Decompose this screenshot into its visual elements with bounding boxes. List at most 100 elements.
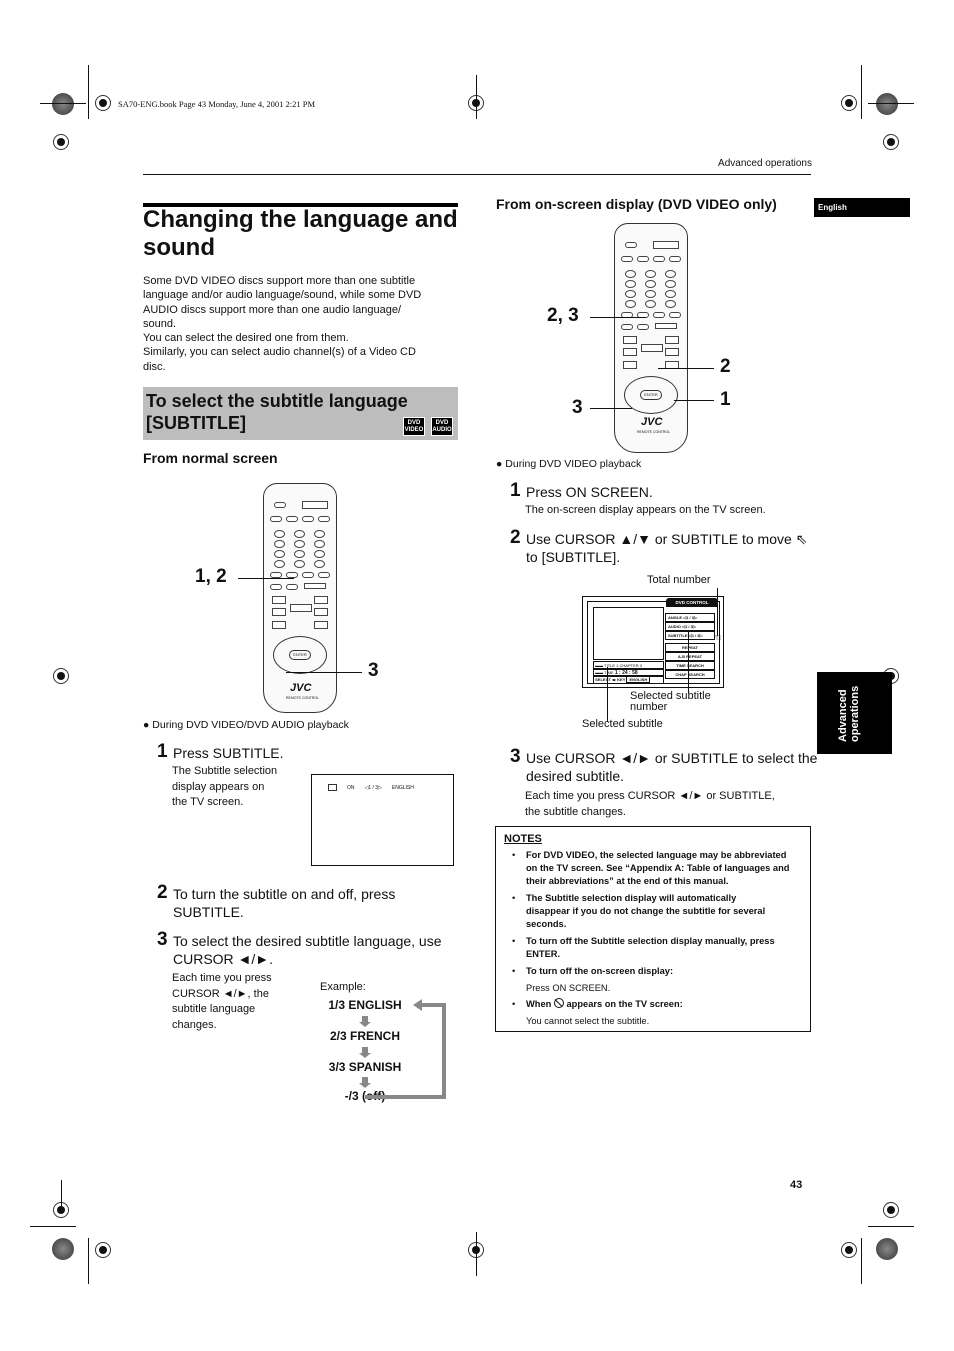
selected-subtitle-number-label: Selected subtitle number [630, 690, 711, 713]
total-number-label: Total number [647, 574, 711, 586]
normal-screen-heading: From normal screen [143, 450, 278, 466]
osd-angle: ANGLE ◁1 / 3▷ [665, 613, 715, 622]
osd-audio: AUDIO ◁1 / 3▷ [665, 622, 715, 631]
intro-paragraph: Some DVD VIDEO discs support more than o… [143, 274, 461, 374]
jvc-logo: JVC [290, 682, 312, 694]
remote-label: REMOTE CONTROL [637, 430, 671, 434]
registration-disc-icon [52, 93, 74, 115]
example-label: Example: [320, 981, 366, 993]
page-title: Changing the language and sound [143, 206, 458, 261]
tv-subtitle-display: ON ◁1 / 3▷ ENGLISH [311, 774, 454, 866]
loop-arrow [442, 1003, 446, 1099]
crosshair-icon [47, 662, 75, 690]
badge-bottom: VIDEO [404, 427, 424, 433]
step-1-detail: The Subtitle selection display appears o… [172, 765, 278, 808]
subtitle-selector: ◁1 / 3▷ [364, 784, 382, 791]
playback-note: ● During DVD VIDEO/DVD AUDIO playback [143, 719, 349, 731]
book-info-line: SA70-ENG.book Page 43 Monday, June 4, 20… [118, 99, 316, 109]
callout-1-2: 1, 2 [195, 566, 227, 587]
selected-subtitle-label: Selected subtitle [582, 718, 663, 730]
registration-disc-icon [876, 93, 898, 115]
subtitle-status: ON [347, 784, 355, 791]
intro-line: You can select the desired one from them… [143, 332, 349, 345]
crosshair-icon [877, 128, 905, 156]
callout-line [658, 368, 714, 369]
step-number: 1 [510, 480, 521, 501]
osd-chap-search: CHAP SEARCH [665, 670, 715, 679]
enter-button-label: ENTER [289, 650, 311, 660]
step-1-detail: The on-screen display appears on the TV … [525, 504, 766, 516]
loop-arrow [365, 1095, 446, 1099]
badge-top: DVD [435, 420, 449, 426]
callout-1: 1 [720, 389, 731, 410]
osd-repeat: REPEAT [665, 643, 715, 652]
loop-arrow-head-icon [413, 999, 422, 1011]
down-arrow-icon [359, 1016, 371, 1027]
dvd-audio-badge-icon: DVD AUDIO [431, 417, 453, 436]
step-text: To turn the subtitle on and off, press S… [173, 886, 396, 920]
callout-line [674, 400, 714, 401]
step-3-detail: Each time you press CURSOR ◄/►, the subt… [172, 972, 272, 1031]
onscreen-heading: From on-screen display (DVD VIDEO only) [496, 196, 777, 212]
remote-control-illustration: ENTER JVC REMOTE CONTROL [614, 223, 688, 453]
step-number: 3 [510, 746, 521, 767]
select-bar: SELECT ◂▸ KEY ENGLISH [593, 675, 664, 684]
step-text: Press SUBTITLE. [173, 745, 284, 761]
intro-line: Some DVD VIDEO discs support more than o… [143, 275, 416, 287]
callout-line [590, 408, 632, 409]
step-number: 3 [157, 929, 168, 950]
on-screen-display-diagram: ▬▬ TITLE 1 CHAPTER 3 ▬▬ TIME 1 : 24 : 58… [582, 596, 724, 688]
step-number: 1 [157, 741, 168, 762]
example-item: 3/3 SPANISH [328, 1060, 402, 1074]
callout-2-3: 2, 3 [547, 305, 579, 326]
subtitle-section-heading: To select the subtitle language [SUBTITL… [143, 387, 458, 440]
intro-line: sound. [143, 317, 177, 330]
side-tab-line1: Advanced [837, 689, 849, 742]
intro-line: Similarly, you can select audio channel(… [143, 346, 416, 359]
registration-disc-icon [876, 1238, 898, 1260]
crosshair-icon [47, 128, 75, 156]
callout-line [238, 578, 294, 579]
step-text: Press ON SCREEN. [526, 484, 653, 500]
side-tab-line2: operations [849, 685, 861, 742]
subtitle-language: ENGLISH [391, 784, 414, 791]
playback-note: ● During DVD VIDEO playback [496, 458, 642, 470]
callout-3: 3 [368, 660, 379, 681]
step-number: 2 [510, 527, 521, 548]
step-3-detail: Each time you press CURSOR ◄/► or SUBTIT… [525, 790, 775, 818]
enter-button-label: ENTER [640, 390, 662, 400]
badge-top: DVD [407, 420, 421, 426]
pointer-cursor-icon: ☜ [713, 633, 722, 644]
registration-disc-icon [52, 1238, 74, 1260]
page-number: 43 [790, 1179, 803, 1191]
osd-time-search: TIME SEARCH [665, 661, 715, 670]
callout-3: 3 [572, 397, 583, 418]
badge-bottom: AUDIO [432, 427, 452, 433]
intro-line: disc. [143, 360, 166, 373]
dvd-video-badge-icon: DVD VIDEO [403, 417, 425, 436]
step-text: To select the desired subtitle language,… [173, 933, 442, 967]
notes-title: NOTES [504, 833, 542, 845]
section-side-tab: Advanced operations [817, 672, 892, 754]
crosshair-icon [877, 1196, 905, 1224]
intro-line: AUDIO discs support more than one audio … [143, 303, 402, 316]
subtitle-icon [328, 784, 337, 791]
down-arrow-icon [359, 1077, 371, 1088]
osd-subtitle: SUBTITLE ◁1 / 3▷ [665, 631, 715, 640]
example-item: 1/3 ENGLISH [328, 998, 402, 1012]
step-text: Use CURSOR ◄/► or SUBTITLE to select the… [526, 750, 818, 784]
language-tab: English [814, 198, 910, 217]
crosshair-icon [89, 89, 117, 117]
step-text: Use CURSOR ▲/▼ or SUBTITLE to move ⇖ to … [526, 531, 808, 565]
notes-box: NOTES • For DVD VIDEO, the selected lang… [495, 826, 811, 1032]
crosshair-icon [835, 89, 863, 117]
jvc-logo: JVC [641, 416, 663, 428]
osd-ab-repeat: A-B REPEAT [665, 652, 715, 661]
intro-line: language and/or audio language/sound, wh… [143, 289, 422, 302]
dvd-control-tab: DVD CONTROL [666, 598, 718, 607]
crosshair-icon [89, 1236, 117, 1264]
example-item: 2/3 FRENCH [329, 1029, 400, 1043]
video-screen [593, 607, 664, 660]
crosshair-icon [835, 1236, 863, 1264]
callout-line [286, 672, 362, 673]
